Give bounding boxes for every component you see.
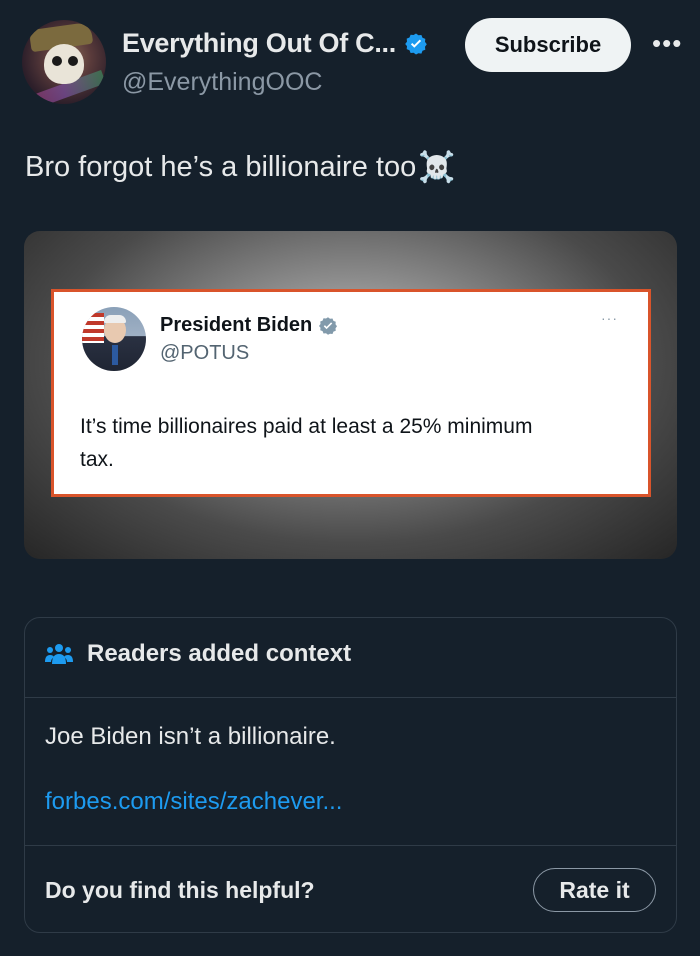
post-header: Everything Out Of C... @EverythingOOC Su… (22, 18, 700, 108)
community-note-header: Readers added context (45, 640, 351, 668)
divider (25, 845, 676, 846)
more-horizontal-icon[interactable]: ••• (652, 28, 682, 59)
author-avatar[interactable] (22, 20, 106, 104)
embedded-verified-icon (319, 316, 338, 335)
embedded-more-icon: ··· (601, 310, 618, 326)
community-note: Readers added context Joe Biden isn’t a … (24, 617, 677, 933)
helpful-prompt: Do you find this helpful? (45, 877, 315, 903)
embedded-display-name: President Biden (160, 314, 313, 336)
post-text: Bro forgot he’s a billionaire too (25, 151, 417, 183)
subscribe-button[interactable]: Subscribe (465, 18, 631, 72)
author-display-name[interactable]: Everything Out Of C... (122, 28, 396, 59)
embedded-handle: @POTUS (160, 342, 250, 364)
embedded-tweet-text: It’s time billionaires paid at least a 2… (80, 415, 533, 471)
community-note-body: Joe Biden isn’t a billionaire. (45, 723, 336, 750)
embedded-name-row: President Biden (160, 314, 338, 337)
skull-crossbones-icon: ☠️ (418, 151, 456, 184)
post-text-row: Bro forgot he’s a billionaire too ☠️ (25, 150, 456, 185)
post-media-image[interactable]: President Biden @POTUS ··· It’s time bil… (24, 231, 677, 559)
rate-it-button[interactable]: Rate it (533, 868, 656, 912)
divider (25, 697, 676, 698)
author-name-row[interactable]: Everything Out Of C... (122, 28, 428, 59)
community-note-title: Readers added context (87, 640, 352, 667)
author-handle[interactable]: @EverythingOOC (122, 68, 322, 97)
embedded-tweet-card: President Biden @POTUS ··· It’s time bil… (51, 289, 651, 497)
verified-badge-icon (405, 33, 427, 54)
embedded-avatar (82, 307, 146, 371)
people-icon (45, 644, 73, 664)
community-note-link[interactable]: forbes.com/sites/zachever... (45, 788, 342, 816)
